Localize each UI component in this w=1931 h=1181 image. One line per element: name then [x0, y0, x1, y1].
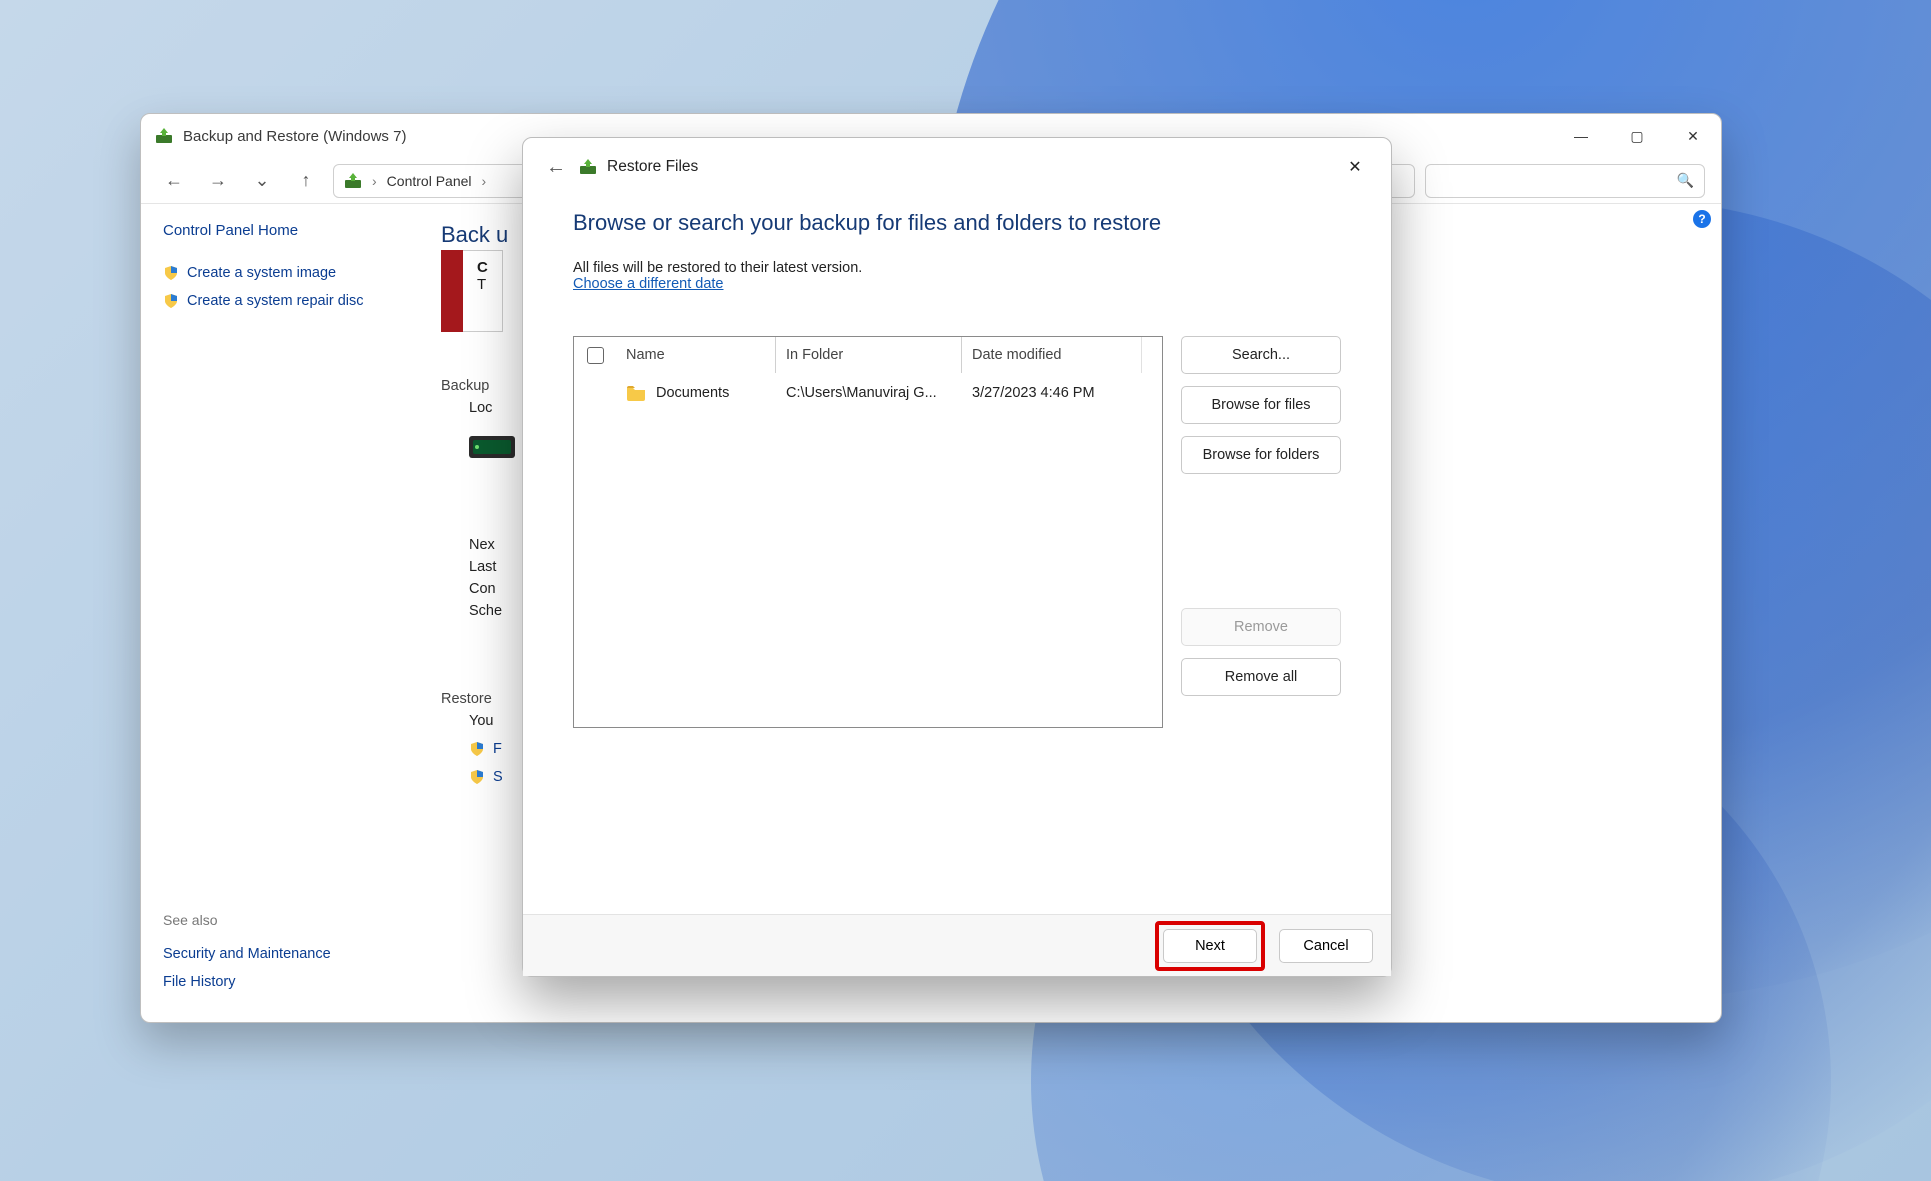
window-title: Backup and Restore (Windows 7)	[183, 128, 406, 145]
dialog-titlebar: ← Restore Files ✕	[523, 138, 1391, 196]
backup-restore-icon	[344, 172, 362, 190]
shield-icon	[469, 741, 485, 757]
dialog-title: Restore Files	[607, 158, 698, 176]
select-all-checkbox[interactable]	[587, 347, 604, 364]
close-button[interactable]: ✕	[1665, 114, 1721, 158]
sidebar: Control Panel Home Create a system image…	[141, 204, 441, 1022]
drive-status-text: T	[477, 276, 486, 293]
next-button-highlight: Next	[1155, 921, 1265, 971]
sidebar-create-system-image[interactable]: Create a system image	[163, 259, 419, 287]
see-also-file-history[interactable]: File History	[163, 968, 413, 996]
status-red-bar	[441, 250, 463, 332]
restore-files-dialog: ← Restore Files ✕ Browse or search your …	[522, 137, 1392, 977]
chevron-right-icon: ›	[372, 173, 377, 189]
row-folder: C:\Users\Manuviraj G...	[776, 373, 962, 413]
shield-icon	[163, 265, 179, 281]
row-name: Documents	[656, 385, 729, 401]
remove-button: Remove	[1181, 608, 1341, 646]
see-also-section: See also Security and Maintenance File H…	[163, 912, 413, 996]
next-button[interactable]: Next	[1163, 929, 1257, 963]
side-buttons: Search... Browse for files Browse for fo…	[1181, 336, 1341, 728]
see-also-title: See also	[163, 912, 413, 928]
breadcrumb-control-panel[interactable]: Control Panel	[387, 173, 472, 189]
col-in-folder[interactable]: In Folder	[776, 337, 962, 373]
sidebar-item-label: Create a system repair disc	[187, 293, 363, 309]
browse-folders-button[interactable]: Browse for folders	[1181, 436, 1341, 474]
file-row[interactable]: Documents C:\Users\Manuviraj G... 3/27/2…	[574, 373, 1162, 413]
drive-letter: C	[477, 259, 488, 276]
sidebar-home-link[interactable]: Control Panel Home	[163, 222, 419, 239]
search-button[interactable]: Search...	[1181, 336, 1341, 374]
forward-button[interactable]: →	[201, 164, 235, 198]
link-fragment: S	[493, 769, 503, 785]
drive-status-box: C T	[441, 250, 503, 332]
maximize-button[interactable]: ▢	[1609, 114, 1665, 158]
chevron-right-icon: ›	[482, 173, 487, 189]
dialog-close-button[interactable]: ✕	[1335, 147, 1375, 187]
sidebar-create-repair-disc[interactable]: Create a system repair disc	[163, 287, 419, 315]
dialog-description: All files will be restored to their late…	[573, 260, 1341, 276]
sidebar-item-label: Create a system image	[187, 265, 336, 281]
dialog-footer: Next Cancel	[523, 914, 1391, 976]
search-icon: 🔍	[1677, 172, 1694, 189]
shield-icon	[163, 293, 179, 309]
see-also-security[interactable]: Security and Maintenance	[163, 940, 413, 968]
back-button[interactable]: ←	[157, 164, 191, 198]
restore-icon	[579, 158, 597, 176]
up-button[interactable]: ↑	[289, 164, 323, 198]
recent-dropdown[interactable]: ⌄	[245, 164, 279, 198]
choose-different-date-link[interactable]: Choose a different date	[573, 276, 1341, 292]
col-date-modified[interactable]: Date modified	[962, 337, 1142, 373]
file-list[interactable]: Name In Folder Date modified Documents C…	[573, 336, 1163, 728]
link-fragment: F	[493, 741, 502, 757]
backup-restore-icon	[155, 127, 173, 145]
remove-all-button[interactable]: Remove all	[1181, 658, 1341, 696]
col-name[interactable]: Name	[616, 337, 776, 373]
cancel-button[interactable]: Cancel	[1279, 929, 1373, 963]
search-box[interactable]: 🔍	[1425, 164, 1705, 198]
file-list-header: Name In Folder Date modified	[574, 337, 1162, 373]
folder-icon	[626, 385, 646, 401]
minimize-button[interactable]: ―	[1553, 114, 1609, 158]
row-date: 3/27/2023 4:46 PM	[962, 373, 1142, 413]
browse-files-button[interactable]: Browse for files	[1181, 386, 1341, 424]
dialog-back-button[interactable]: ←	[539, 150, 573, 184]
dialog-heading: Browse or search your backup for files a…	[573, 210, 1341, 236]
shield-icon	[469, 769, 485, 785]
